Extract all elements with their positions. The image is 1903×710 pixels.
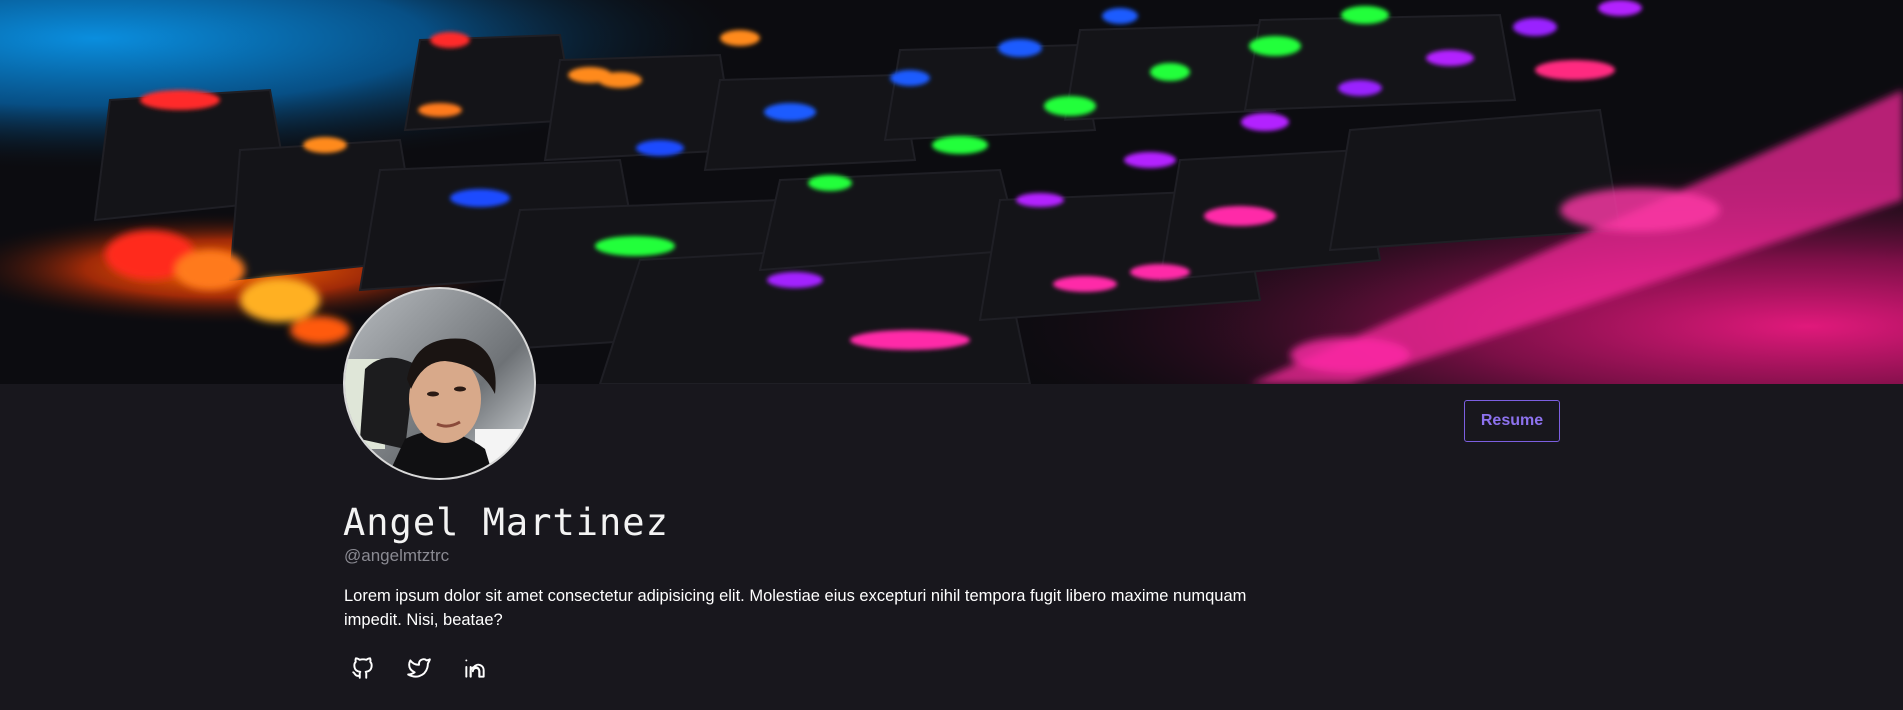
profile-handle: @angelmtztrc xyxy=(344,546,450,565)
github-link[interactable] xyxy=(348,653,378,683)
profile-bio: Lorem ipsum dolor sit amet consectetur a… xyxy=(344,587,1247,629)
cover-banner xyxy=(0,0,1903,384)
github-icon xyxy=(352,657,373,679)
twitter-link[interactable] xyxy=(404,653,434,683)
profile-name: Angel Martinez xyxy=(343,501,669,544)
social-links xyxy=(348,653,490,683)
linkedin-icon xyxy=(465,659,485,678)
twitter-icon xyxy=(407,658,431,678)
keyboard-banner-image xyxy=(0,0,1903,384)
resume-button[interactable]: Resume xyxy=(1464,400,1560,442)
profile-photo xyxy=(345,289,534,478)
linkedin-link[interactable] xyxy=(460,653,490,683)
avatar xyxy=(343,287,536,480)
profile-panel xyxy=(0,384,1903,710)
